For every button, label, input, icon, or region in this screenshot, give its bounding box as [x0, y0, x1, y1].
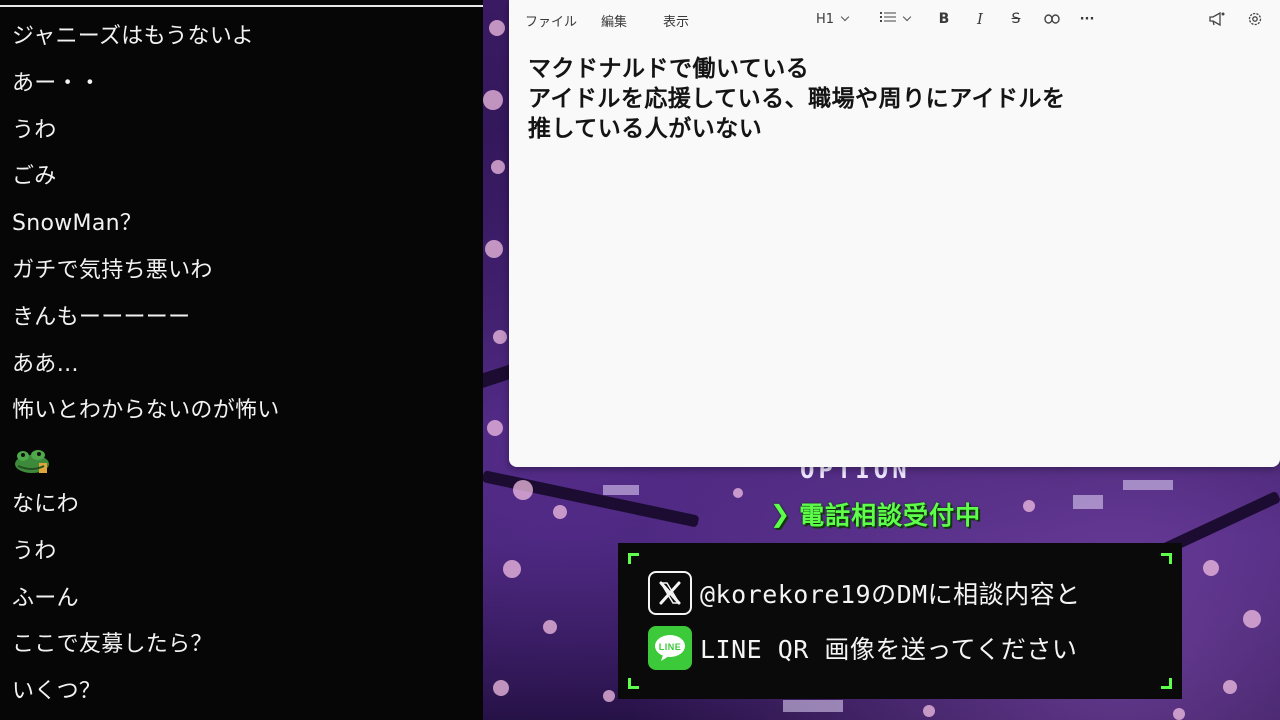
notepad-toolbar: ファイル 編集 表示 H1 B I S ···	[509, 0, 1280, 38]
corner-bracket	[628, 678, 639, 689]
pixel-cloud	[603, 485, 639, 495]
pixel-cloud	[1123, 480, 1173, 490]
chevron-down-icon	[902, 12, 912, 22]
corner-bracket	[1161, 678, 1172, 689]
blossom	[603, 690, 615, 702]
chat-message: ここで友募したら？	[12, 632, 213, 658]
chat-top-divider	[0, 5, 483, 7]
blossom	[1243, 610, 1261, 628]
bold-icon[interactable]: B	[933, 8, 955, 30]
corner-bracket	[1161, 553, 1172, 564]
chat-panel: ジャニーズはもうないよ あー・・ うわ ごみ SnowMan？ ガチで気持ち悪い…	[0, 0, 483, 720]
line-logo-icon: LINE	[648, 626, 692, 670]
blossom	[543, 620, 557, 634]
chat-message: ごみ	[12, 164, 57, 190]
chat-message: きんもーーーーー	[12, 304, 191, 330]
chat-message-list: ジャニーズはもうないよ あー・・ うわ ごみ SnowMan？ ガチで気持ち悪い…	[12, 14, 483, 716]
chat-message: うわ	[12, 538, 57, 564]
blossom	[923, 705, 935, 717]
phone-consult-label: ❯ 電話相談受付中	[770, 498, 981, 530]
contact-row-line: LINE LINE QR 画像を送ってください	[648, 625, 1077, 671]
contact-x-text: @korekore19のDMに相談内容と	[700, 580, 1081, 609]
blossom	[483, 90, 503, 110]
list-icon	[880, 11, 896, 27]
more-icon[interactable]: ···	[1076, 8, 1098, 30]
text-line: マクドナルドで働いている	[528, 56, 810, 82]
menu-file[interactable]: ファイル	[525, 11, 577, 30]
link-icon[interactable]	[1041, 8, 1063, 30]
blossom	[1023, 500, 1035, 512]
blossom	[493, 680, 509, 696]
blossom	[513, 480, 533, 500]
menu-view[interactable]: 表示	[663, 11, 689, 30]
pixel-cloud	[1073, 495, 1103, 509]
chat-message: うわ	[12, 117, 57, 143]
blossom	[489, 20, 505, 36]
chat-message: ああ…	[12, 351, 79, 377]
blossom	[733, 488, 743, 498]
list-dropdown[interactable]	[875, 8, 915, 30]
italic-icon[interactable]: I	[969, 8, 991, 30]
chat-message: ジャニーズはもうないよ	[12, 24, 255, 49]
blossom	[493, 330, 507, 344]
corner-bracket	[628, 553, 639, 564]
chat-message: ふーん	[12, 585, 79, 611]
blossom	[1223, 680, 1237, 694]
blossom	[1173, 708, 1185, 720]
notepad-text-area[interactable]: マクドナルドで働いている アイドルを応援している、職場や周りにアイドルを 推して…	[528, 54, 1260, 144]
megaphone-icon[interactable]	[1206, 8, 1228, 30]
blossom	[491, 160, 505, 174]
chat-message: なにわ	[12, 491, 79, 517]
strikethrough-icon[interactable]: S	[1005, 8, 1027, 30]
blossom	[1203, 560, 1219, 576]
text-line: 推している人がいない	[528, 116, 763, 142]
chevron-right-icon: ❯	[770, 500, 792, 528]
x-logo-icon	[648, 571, 692, 615]
text-line: アイドルを応援している、職場や周りにアイドルを	[528, 86, 1066, 112]
pixel-cloud	[783, 700, 843, 712]
tree-branch	[483, 470, 700, 528]
svg-text:LINE: LINE	[659, 642, 682, 652]
menu-edit[interactable]: 編集	[601, 11, 627, 30]
contact-line-text: LINE QR 画像を送ってください	[700, 635, 1078, 664]
chat-message: SnowMan？	[12, 211, 143, 237]
blossom	[487, 420, 503, 436]
phone-consult-text: 電話相談受付中	[799, 501, 982, 530]
contact-info-box: @korekore19のDMに相談内容と LINE LINE QR 画像を送って…	[618, 543, 1182, 699]
contact-row-x: @korekore19のDMに相談内容と	[648, 570, 1081, 616]
settings-icon[interactable]	[1244, 8, 1266, 30]
chat-message-emote	[12, 435, 483, 482]
frog-emote-icon	[12, 446, 52, 480]
blossom	[553, 505, 567, 519]
blossom	[485, 240, 503, 258]
heading-label: H1	[815, 11, 835, 27]
chat-message: いくつ？	[12, 679, 102, 705]
chat-message: ガチで気持ち悪いわ	[12, 257, 213, 283]
notepad-window: ファイル 編集 表示 H1 B I S ··· マクドナルドで働いている アイド…	[509, 0, 1280, 467]
heading-dropdown[interactable]: H1	[812, 8, 852, 30]
chevron-down-icon	[840, 12, 850, 22]
chat-message: 怖いとわからないのが怖い	[12, 398, 280, 424]
chat-message: あー・・	[12, 70, 102, 96]
blossom	[503, 560, 521, 578]
